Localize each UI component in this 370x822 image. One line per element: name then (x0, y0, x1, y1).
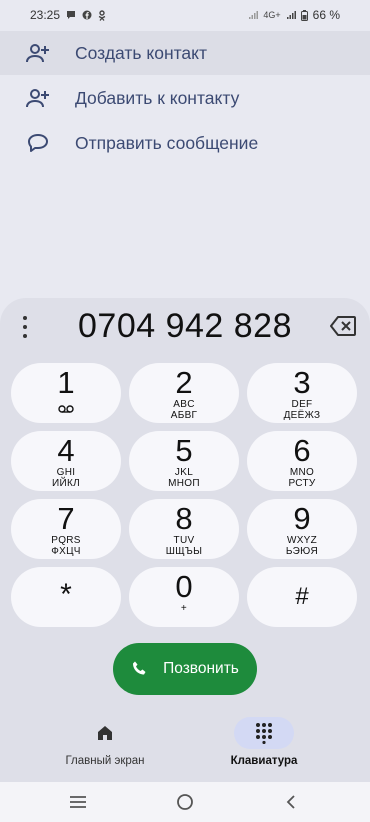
key-1[interactable]: 1 (11, 363, 121, 423)
system-nav-bar (0, 782, 370, 822)
phone-icon (133, 661, 146, 675)
message-bubble-icon (26, 131, 50, 155)
key-4[interactable]: 4 GHI ИЙКЛ (11, 431, 121, 491)
call-label: Позвонить (163, 660, 239, 677)
signal-icon (286, 11, 296, 19)
recents-icon (70, 796, 86, 808)
dialpad-icon (256, 723, 272, 744)
send-message-item[interactable]: Отправить сообщение (0, 121, 370, 165)
dialed-number[interactable]: 0704 942 828 (78, 307, 292, 346)
home-icon (98, 726, 112, 740)
home-circle-icon (177, 794, 193, 810)
recent-apps-button[interactable] (67, 792, 89, 812)
call-button[interactable]: Позвонить (113, 643, 257, 695)
add-to-contact-item[interactable]: Добавить к контакту (0, 76, 370, 120)
signal-icon (249, 11, 259, 19)
suggestion-label: Добавить к контакту (75, 87, 240, 108)
home-button[interactable] (174, 792, 196, 812)
tab-home[interactable]: Главный экран (30, 712, 180, 782)
number-display-row: 0704 942 828 (0, 302, 370, 350)
status-time: 23:25 (30, 8, 61, 22)
more-options-button[interactable] (18, 316, 32, 338)
key-2[interactable]: 2 ABC АБВГ (129, 363, 239, 423)
key-0[interactable]: 0 + (129, 567, 239, 627)
tab-home-label: Главный экран (65, 755, 145, 767)
keypad-icon-wrap (234, 717, 294, 749)
key-hash[interactable]: # (247, 567, 357, 627)
back-button[interactable] (280, 792, 302, 812)
key-star[interactable]: * (11, 567, 121, 627)
backspace-icon[interactable] (330, 316, 356, 336)
ok-icon (98, 9, 106, 21)
add-person-icon (26, 86, 50, 110)
network-type: 4G+ (263, 10, 281, 20)
chat-icon (67, 11, 76, 19)
battery-level: 66 % (312, 8, 340, 22)
add-person-icon (26, 41, 50, 65)
tab-keypad[interactable]: Клавиатура (189, 712, 339, 782)
home-icon-wrap (75, 717, 135, 749)
battery-icon (300, 9, 308, 21)
suggestion-label: Отправить сообщение (75, 132, 259, 153)
key-9[interactable]: 9 WXYZ ЬЭЮЯ (247, 499, 357, 559)
bottom-nav: Главный экран Клавиатура (0, 712, 370, 782)
key-7[interactable]: 7 PQRS ФХЦЧ (11, 499, 121, 559)
create-contact-item[interactable]: Создать контакт (0, 31, 370, 75)
key-8[interactable]: 8 TUV ШЩЪЫ (129, 499, 239, 559)
facebook-icon (82, 10, 92, 20)
key-6[interactable]: 6 MNO РСТУ (247, 431, 357, 491)
key-3[interactable]: 3 DEF ДЕЁЖЗ (247, 363, 357, 423)
status-bar: 23:25 4G+ 66 % (0, 0, 370, 30)
key-5[interactable]: 5 JKL МНОП (129, 431, 239, 491)
back-chevron-icon (286, 795, 295, 809)
voicemail-icon (58, 405, 74, 413)
suggestion-label: Создать контакт (75, 42, 208, 63)
tab-keypad-label: Клавиатура (230, 755, 298, 767)
